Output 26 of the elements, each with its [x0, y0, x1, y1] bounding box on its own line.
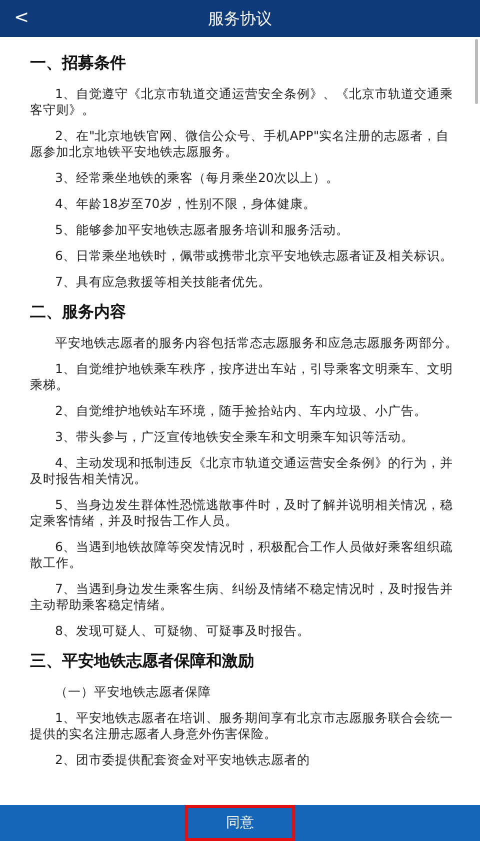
paragraph: 4、主动发现和抵制违反《北京市轨道交通运营安全条例》的行为，并及时报告相关情况。 [30, 455, 454, 487]
section-heading: 三、平安地铁志愿者保障和激励 [30, 650, 255, 672]
paragraph: 1、自觉遵守《北京市轨道交通运营安全条例》、《北京市轨道交通乘客守则》。 [30, 86, 454, 118]
paragraph: 1、平安地铁志愿者在培训、服务期间享有北京市志愿服务联合会统一提供的实名注册志愿者人身意外伤害保险。 [30, 710, 454, 742]
paragraph: 6、当遇到地铁故障等突发情况时，积极配合工作人员做好乘客组织疏散工作。 [30, 539, 454, 571]
paragraph: 4、年龄18岁至70岁，性别不限，身体健康。 [54, 196, 317, 212]
paragraph: 7、具有应急救援等相关技能者优先。 [54, 274, 272, 290]
paragraph: 2、在"北京地铁官网、微信公众号、手机APP"实名注册的志愿者，自愿参加北京地铁平安地铁志愿服务。 [30, 128, 450, 160]
paragraph: 平安地铁志愿者的服务内容包括常态志愿服务和应急志愿服务两部分。 [54, 335, 458, 351]
section-heading: 二、服务内容 [30, 301, 127, 323]
scrollbar[interactable] [475, 39, 478, 104]
section-heading: 一、招募条件 [30, 52, 127, 74]
agree-button[interactable]: 同意 [185, 805, 295, 841]
paragraph: 8、发现可疑人、可疑物、可疑事及时报告。 [54, 623, 311, 639]
paragraph: 2、自觉维护地铁站车环境，随手捡拾站内、车内垃圾、小广告。 [54, 403, 428, 419]
paragraph: 1、自觉维护地铁乘车秩序，按序进出车站，引导乘客文明乘车、文明乘梯。 [30, 361, 454, 393]
paragraph: 5、能够参加平安地铁志愿者服务培训和服务活动。 [54, 222, 350, 238]
paragraph: 2、团市委提供配套资金对平安地铁志愿者的 [54, 752, 311, 768]
paragraph: 5、当身边发生群体性恐慌逃散事件时，及时了解并说明相关情况，稳定乘客情绪，并及时报告工作人员。 [30, 497, 454, 529]
paragraph: 6、日常乘坐地铁时，佩带或携带北京平安地铁志愿者证及相关标识。 [54, 248, 454, 264]
page-title: 服务协议 [208, 8, 272, 30]
paragraph: （一）平安地铁志愿者保障 [54, 684, 212, 700]
back-button[interactable]: < [8, 4, 36, 32]
paragraph: 7、当遇到身边发生乘客生病、纠纷及情绪不稳定情况时，及时报告并主动帮助乘客稳定情绪。 [30, 581, 454, 613]
paragraph: 3、经常乘坐地铁的乘客（每月乘坐20次以上）。 [54, 170, 340, 186]
paragraph: 3、带头参与，广泛宣传地铁安全乘车和文明乘车知识等活动。 [54, 429, 415, 445]
